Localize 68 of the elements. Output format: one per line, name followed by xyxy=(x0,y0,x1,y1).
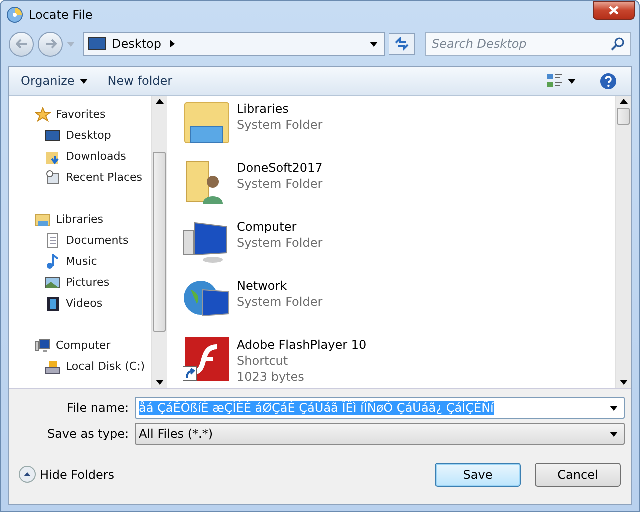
scroll-thumb[interactable] xyxy=(617,108,630,125)
nav-item[interactable]: Documents xyxy=(9,230,151,251)
nav-item[interactable]: Recent Places xyxy=(9,167,151,188)
nav-group[interactable]: Favorites xyxy=(9,104,151,125)
close-button[interactable] xyxy=(593,1,635,20)
dialog-button[interactable]: Save xyxy=(435,462,521,486)
back-button[interactable] xyxy=(9,32,34,56)
organize-button[interactable]: Organize xyxy=(15,72,94,90)
save-type-label: Save as type: xyxy=(46,427,129,441)
scroll-up-icon xyxy=(156,99,164,104)
scroll-down-icon xyxy=(620,380,628,385)
scroll-up-icon xyxy=(620,99,628,104)
scroll-down-icon xyxy=(156,380,164,385)
disk-drive-icon xyxy=(45,358,61,374)
address-bar[interactable]: Desktop xyxy=(83,32,385,56)
new-folder-button[interactable]: New folder xyxy=(102,72,179,90)
disc-icon xyxy=(7,7,23,23)
dropdown-caret-icon xyxy=(370,42,378,46)
file-item[interactable]: DoneSoft2017 System Folder xyxy=(183,155,615,214)
libraries-icon xyxy=(35,212,51,228)
forward-button[interactable] xyxy=(38,32,63,56)
picture-icon xyxy=(45,274,61,290)
scrollbar[interactable] xyxy=(151,96,167,388)
nav-item[interactable]: Videos xyxy=(9,293,151,314)
dropdown-caret-icon xyxy=(610,432,618,436)
scrollbar[interactable] xyxy=(615,96,631,388)
file-item[interactable]: Libraries System Folder xyxy=(183,96,615,155)
search-field[interactable]: Search Desktop xyxy=(425,32,631,56)
dialog-button[interactable]: Cancel xyxy=(535,462,621,486)
history-caret-icon[interactable] xyxy=(67,42,75,46)
dropdown-caret-icon xyxy=(610,406,618,410)
close-icon xyxy=(609,6,619,15)
flash-player-shortcut-icon xyxy=(183,335,231,383)
breadcrumb-arrow-icon xyxy=(170,40,174,48)
film-icon xyxy=(45,296,61,312)
search-icon xyxy=(611,37,625,51)
star-icon xyxy=(35,106,51,122)
file-name-label: File name: xyxy=(66,401,129,415)
file-item[interactable]: Adobe FlashPlayer 10 Shortcut 1023 bytes xyxy=(183,332,615,388)
address-location: Desktop xyxy=(112,37,162,51)
nav-item[interactable]: Downloads xyxy=(9,146,151,167)
view-list-icon xyxy=(547,74,563,88)
file-item[interactable]: Network System Folder xyxy=(183,273,615,332)
left-arrow-icon xyxy=(16,39,28,49)
recent-places-icon xyxy=(45,170,61,186)
nav-item[interactable]: Desktop xyxy=(9,125,151,146)
nav-group[interactable]: Libraries xyxy=(9,209,151,230)
scroll-thumb[interactable] xyxy=(153,152,166,332)
music-note-icon xyxy=(45,254,61,270)
document-icon xyxy=(45,232,61,248)
help-icon[interactable] xyxy=(600,72,617,90)
refresh-icon xyxy=(394,37,410,51)
caret-icon xyxy=(80,78,88,84)
nav-group[interactable]: Computer xyxy=(9,335,151,356)
right-arrow-icon xyxy=(44,39,56,49)
nav-item[interactable]: Local Disk (C:) xyxy=(9,356,151,377)
hide-folders-button[interactable]: Hide Folders xyxy=(19,466,421,483)
file-item[interactable]: Computer System Folder xyxy=(183,214,615,273)
computer-icon xyxy=(35,338,51,354)
monitor-icon xyxy=(45,128,61,144)
collapse-icon xyxy=(19,466,36,483)
monitor-icon xyxy=(88,37,106,51)
nav-item[interactable]: Pictures xyxy=(9,272,151,293)
save-type-dropdown[interactable]: All Files (*.*) xyxy=(135,423,625,445)
caret-icon xyxy=(568,78,576,84)
nav-item[interactable]: Music xyxy=(9,251,151,272)
refresh-button[interactable] xyxy=(389,33,415,55)
window-title: Locate File xyxy=(29,8,94,22)
